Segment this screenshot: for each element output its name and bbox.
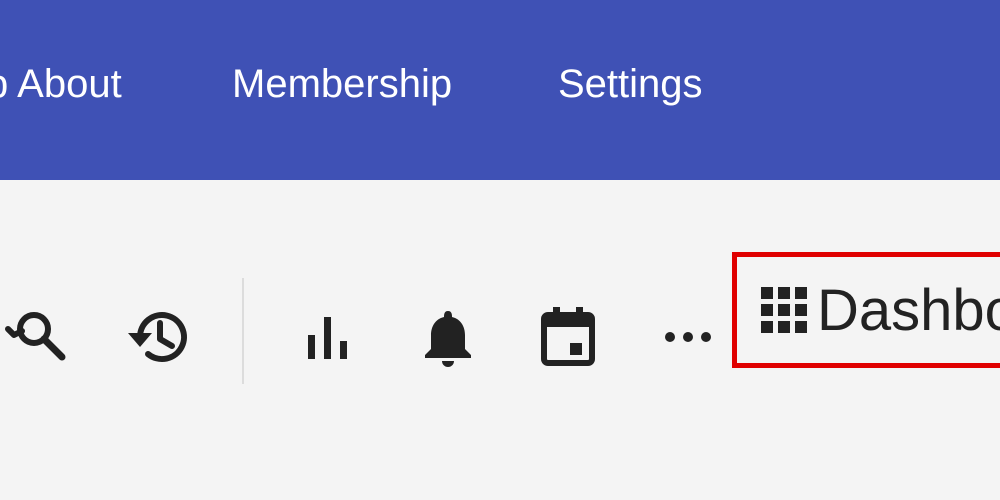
bell-icon[interactable] <box>416 305 480 369</box>
calendar-icon[interactable] <box>536 305 600 369</box>
more-horizontal-icon[interactable] <box>656 305 720 369</box>
dashboard-button[interactable]: Dashbo <box>732 252 1000 368</box>
search-icon[interactable] <box>4 305 68 369</box>
dashboard-label: Dashbo <box>817 277 1000 343</box>
bar-chart-icon[interactable] <box>296 305 360 369</box>
grid-icon <box>761 287 807 333</box>
toolbar-divider <box>242 278 244 384</box>
history-icon[interactable] <box>126 305 190 369</box>
nav-item-membership[interactable]: Membership <box>232 60 452 108</box>
nav-item-settings[interactable]: Settings <box>558 60 703 108</box>
nav-item-about[interactable]: p About <box>0 60 122 108</box>
top-nav-bar: p About Membership Settings <box>0 0 1000 180</box>
